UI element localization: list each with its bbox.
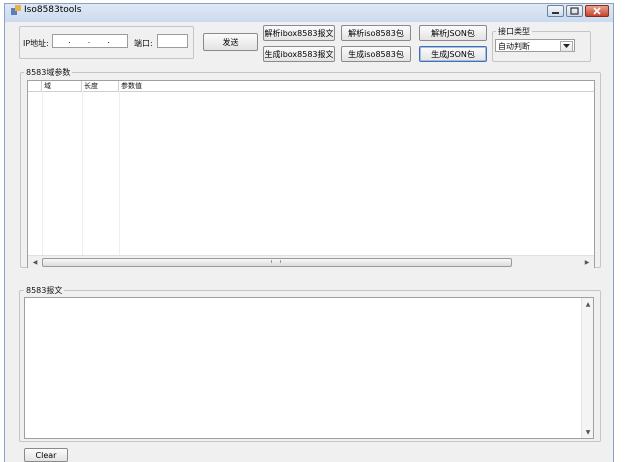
generate-iso8583-button[interactable]: 生成iso8583包	[341, 46, 411, 62]
clear-button[interactable]: Clear	[24, 448, 68, 462]
message-legend: 8583报文	[24, 285, 65, 296]
parse-json-button[interactable]: 解析JSON包	[419, 25, 487, 41]
interface-type-legend: 接口类型	[496, 26, 532, 37]
grid-header-value[interactable]: 参数值	[119, 81, 594, 91]
app-icon	[11, 5, 21, 15]
maximize-button[interactable]	[566, 5, 583, 17]
generate-ibox8583-button[interactable]: 生成ibox8583报文	[263, 46, 335, 62]
close-icon	[593, 7, 601, 15]
ip-address-input[interactable]: . . .	[52, 34, 128, 48]
interface-type-select[interactable]: 自动判断	[495, 39, 575, 52]
close-button[interactable]	[585, 5, 609, 17]
field-params-legend: 8583域参数	[24, 67, 73, 78]
grid-col-divider	[82, 91, 83, 256]
message-textarea[interactable]	[24, 297, 594, 439]
scroll-thumb[interactable]	[42, 258, 512, 267]
minimize-icon	[552, 12, 559, 14]
grid-header-field[interactable]: 域	[42, 81, 82, 91]
title-bar	[4, 3, 614, 23]
ip-label: IP地址:	[23, 39, 49, 48]
scroll-up-icon[interactable]: ▲	[583, 300, 593, 308]
parse-ibox8583-button[interactable]: 解析ibox8583报文	[263, 25, 335, 41]
window-title: Iso8583tools	[24, 5, 82, 15]
chevron-down-icon	[563, 44, 570, 48]
grid-col-divider	[42, 91, 43, 256]
port-label: 端口:	[134, 39, 153, 48]
scroll-right-icon[interactable]: ▶	[582, 257, 592, 267]
scroll-grip-icon	[271, 260, 281, 263]
port-input[interactable]	[157, 34, 188, 48]
grid-header-length[interactable]: 长度	[82, 81, 119, 91]
scroll-down-icon[interactable]: ▼	[583, 428, 593, 436]
minimize-button[interactable]	[547, 5, 564, 17]
parse-iso8583-button[interactable]: 解析iso8583包	[341, 25, 411, 41]
grid-horizontal-scrollbar[interactable]: ◀ ▶	[28, 255, 594, 268]
grid-col-divider	[119, 91, 120, 256]
interface-type-value: 自动判断	[498, 42, 530, 51]
grid-header-corner	[28, 81, 42, 91]
field-params-grid[interactable]: 域 长度 参数值 ◀ ▶	[27, 80, 595, 268]
maximize-icon	[570, 7, 579, 15]
scroll-left-icon[interactable]: ◀	[30, 257, 40, 267]
message-vertical-scrollbar[interactable]: ▲ ▼	[581, 298, 593, 438]
generate-json-button[interactable]: 生成JSON包	[419, 46, 487, 62]
dropdown-button[interactable]	[560, 41, 573, 52]
send-button[interactable]: 发送	[203, 33, 258, 51]
grid-header: 域 长度 参数值	[28, 81, 594, 92]
